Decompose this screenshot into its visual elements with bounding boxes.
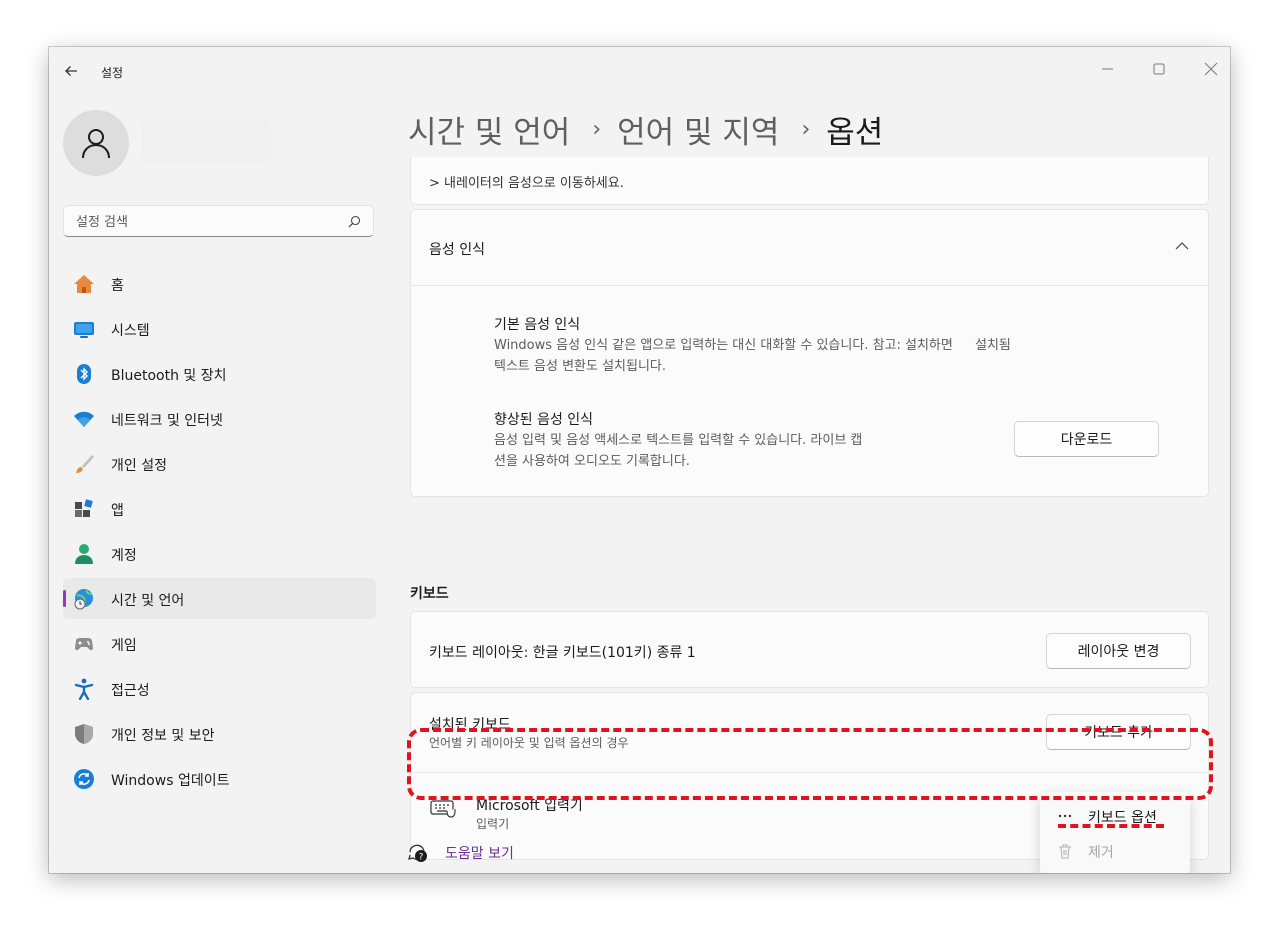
wifi-icon <box>74 411 94 427</box>
globe-clock-icon <box>74 589 93 610</box>
sidebar-item-label: Windows 업데이트 <box>111 773 230 789</box>
ime-sub: 입력기 <box>476 817 510 831</box>
keyboard-section-title: 키보드 <box>410 586 449 602</box>
keyboard-icon <box>430 800 456 818</box>
sidebar-nav: 홈 시스템 Bluetooth 및 장치 네트워크 및 인터넷 개인 설정 앱 … <box>63 263 376 803</box>
settings-window: 설정 홈 <box>49 47 1230 873</box>
sidebar-item-windows-update[interactable]: Windows 업데이트 <box>63 758 376 799</box>
download-button[interactable]: 다운로드 <box>1014 421 1159 457</box>
breadcrumb: 시간 및 언어 › 언어 및 지역 › 옵션 <box>408 107 883 152</box>
sidebar-item-label: 시간 및 언어 <box>111 593 185 609</box>
bluetooth-icon <box>77 364 91 384</box>
minimize-icon[interactable] <box>1098 61 1118 77</box>
chevron-up-icon[interactable] <box>1175 241 1189 251</box>
sidebar-item-label: Bluetooth 및 장치 <box>111 368 227 384</box>
avatar[interactable] <box>63 110 129 176</box>
basic-speech-desc-line2: 텍스트 음성 변환도 설치됩니다. <box>494 359 667 374</box>
divider <box>411 285 1208 286</box>
app-title: 설정 <box>101 66 124 80</box>
sidebar-item-network[interactable]: 네트워크 및 인터넷 <box>63 398 376 439</box>
sidebar-item-time-language[interactable]: 시간 및 언어 <box>63 578 376 619</box>
sidebar-item-label: 네트워크 및 인터넷 <box>111 413 223 429</box>
update-icon <box>74 769 94 789</box>
sidebar-item-privacy[interactable]: 개인 정보 및 보안 <box>63 713 376 754</box>
menu-item-keyboard-options[interactable]: 키보드 옵션 <box>1040 799 1190 833</box>
content-area: > 내레이터의 음성으로 이동하세요. 음성 인식 기본 음성 인식 Windo… <box>410 157 1210 873</box>
basic-speech-desc-line1: Windows 음성 인식 같은 앱으로 입력하는 대신 대화할 수 있습니다.… <box>494 338 953 353</box>
sidebar-item-apps[interactable]: 앱 <box>63 488 376 529</box>
close-icon[interactable] <box>1201 61 1221 77</box>
installed-keyboards-desc: 언어별 키 레이아웃 및 입력 옵션의 경우 <box>429 736 629 750</box>
page-title: 옵션 <box>826 115 884 151</box>
apps-icon <box>75 499 93 517</box>
svg-text:?: ? <box>419 853 424 863</box>
sidebar-item-accessibility[interactable]: 접근성 <box>63 668 376 709</box>
sidebar-item-label: 접근성 <box>111 683 150 699</box>
enhanced-speech-title: 향상된 음성 인식 <box>494 412 594 428</box>
shield-icon <box>75 724 93 744</box>
ime-name: Microsoft 입력기 <box>476 798 583 814</box>
sidebar-item-label: 앱 <box>111 503 124 519</box>
speech-recognition-card: 음성 인식 기본 음성 인식 Windows 음성 인식 같은 앱으로 입력하는… <box>410 209 1209 497</box>
sidebar-item-system[interactable]: 시스템 <box>63 308 376 349</box>
brush-icon <box>76 455 94 473</box>
gamepad-icon <box>75 638 93 651</box>
sidebar-item-label: 홈 <box>111 278 124 294</box>
help-icon: ? <box>408 844 427 863</box>
search-input[interactable] <box>74 206 338 238</box>
search-icon[interactable] <box>348 215 361 228</box>
basic-speech-title: 기본 음성 인식 <box>494 317 581 333</box>
sidebar-item-gaming[interactable]: 게임 <box>63 623 376 664</box>
sidebar-item-accounts[interactable]: 계정 <box>63 533 376 574</box>
keyboard-layout-card: 키보드 레이아웃: 한글 키보드(101키) 종류 1 레이아웃 변경 <box>410 611 1209 688</box>
breadcrumb-separator: › <box>592 117 602 142</box>
help-label[interactable]: 도움말 보기 <box>445 843 514 863</box>
user-name-redacted <box>141 119 271 163</box>
sidebar-item-label: 게임 <box>111 638 137 654</box>
monitor-icon <box>74 322 94 338</box>
sidebar-item-label: 개인 정보 및 보안 <box>111 728 215 744</box>
menu-item-label: 제거 <box>1088 845 1114 861</box>
account-icon <box>75 544 93 564</box>
breadcrumb-item[interactable]: 시간 및 언어 <box>408 107 570 152</box>
trash-icon <box>1059 844 1071 859</box>
breadcrumb-separator: › <box>801 117 811 142</box>
search-box[interactable] <box>63 205 374 238</box>
installed-keyboards-title: 설치된 키보드 <box>429 717 511 733</box>
add-keyboard-button[interactable]: 키보드 추가 <box>1046 714 1191 750</box>
keyboard-layout-label: 키보드 레이아웃: 한글 키보드(101키) 종류 1 <box>429 645 696 661</box>
sidebar-item-label: 시스템 <box>111 323 150 339</box>
narrator-note-card: > 내레이터의 음성으로 이동하세요. <box>410 157 1209 205</box>
enhanced-speech-desc-line2: 션을 사용하여 오디오도 기록합니다. <box>494 454 690 469</box>
person-icon <box>82 129 110 159</box>
maximize-icon[interactable] <box>1149 61 1169 77</box>
basic-speech-desc: Windows 음성 인식 같은 앱으로 입력하는 대신 대화할 수 있습니다.… <box>494 335 1011 377</box>
speech-section-title[interactable]: 음성 인식 <box>429 239 485 259</box>
change-layout-button[interactable]: 레이아웃 변경 <box>1046 633 1191 669</box>
sidebar-item-label: 계정 <box>111 548 137 564</box>
breadcrumb-item[interactable]: 언어 및 지역 <box>617 107 779 152</box>
back-arrow-icon[interactable] <box>63 63 79 79</box>
sidebar-item-home[interactable]: 홈 <box>63 263 376 304</box>
enhanced-speech-desc-line1: 음성 입력 및 음성 액세스로 텍스트를 입력할 수 있습니다. 라이브 캡 <box>494 433 863 448</box>
menu-item-label: 키보드 옵션 <box>1088 810 1157 826</box>
more-icon <box>1058 814 1072 818</box>
installed-status: 설치됨 <box>974 338 1011 353</box>
accessibility-icon <box>74 678 94 700</box>
sidebar-item-bluetooth[interactable]: Bluetooth 및 장치 <box>63 353 376 394</box>
enhanced-speech-desc: 음성 입력 및 음성 액세스로 텍스트를 입력할 수 있습니다. 라이브 캡 션… <box>494 430 862 472</box>
context-menu: 키보드 옵션 제거 <box>1040 792 1190 873</box>
menu-item-remove[interactable]: 제거 <box>1040 834 1190 868</box>
sidebar-item-personalization[interactable]: 개인 설정 <box>63 443 376 484</box>
sidebar-item-label: 개인 설정 <box>111 458 167 474</box>
narrator-note[interactable]: > 내레이터의 음성으로 이동하세요. <box>429 172 624 191</box>
home-icon <box>74 275 94 293</box>
